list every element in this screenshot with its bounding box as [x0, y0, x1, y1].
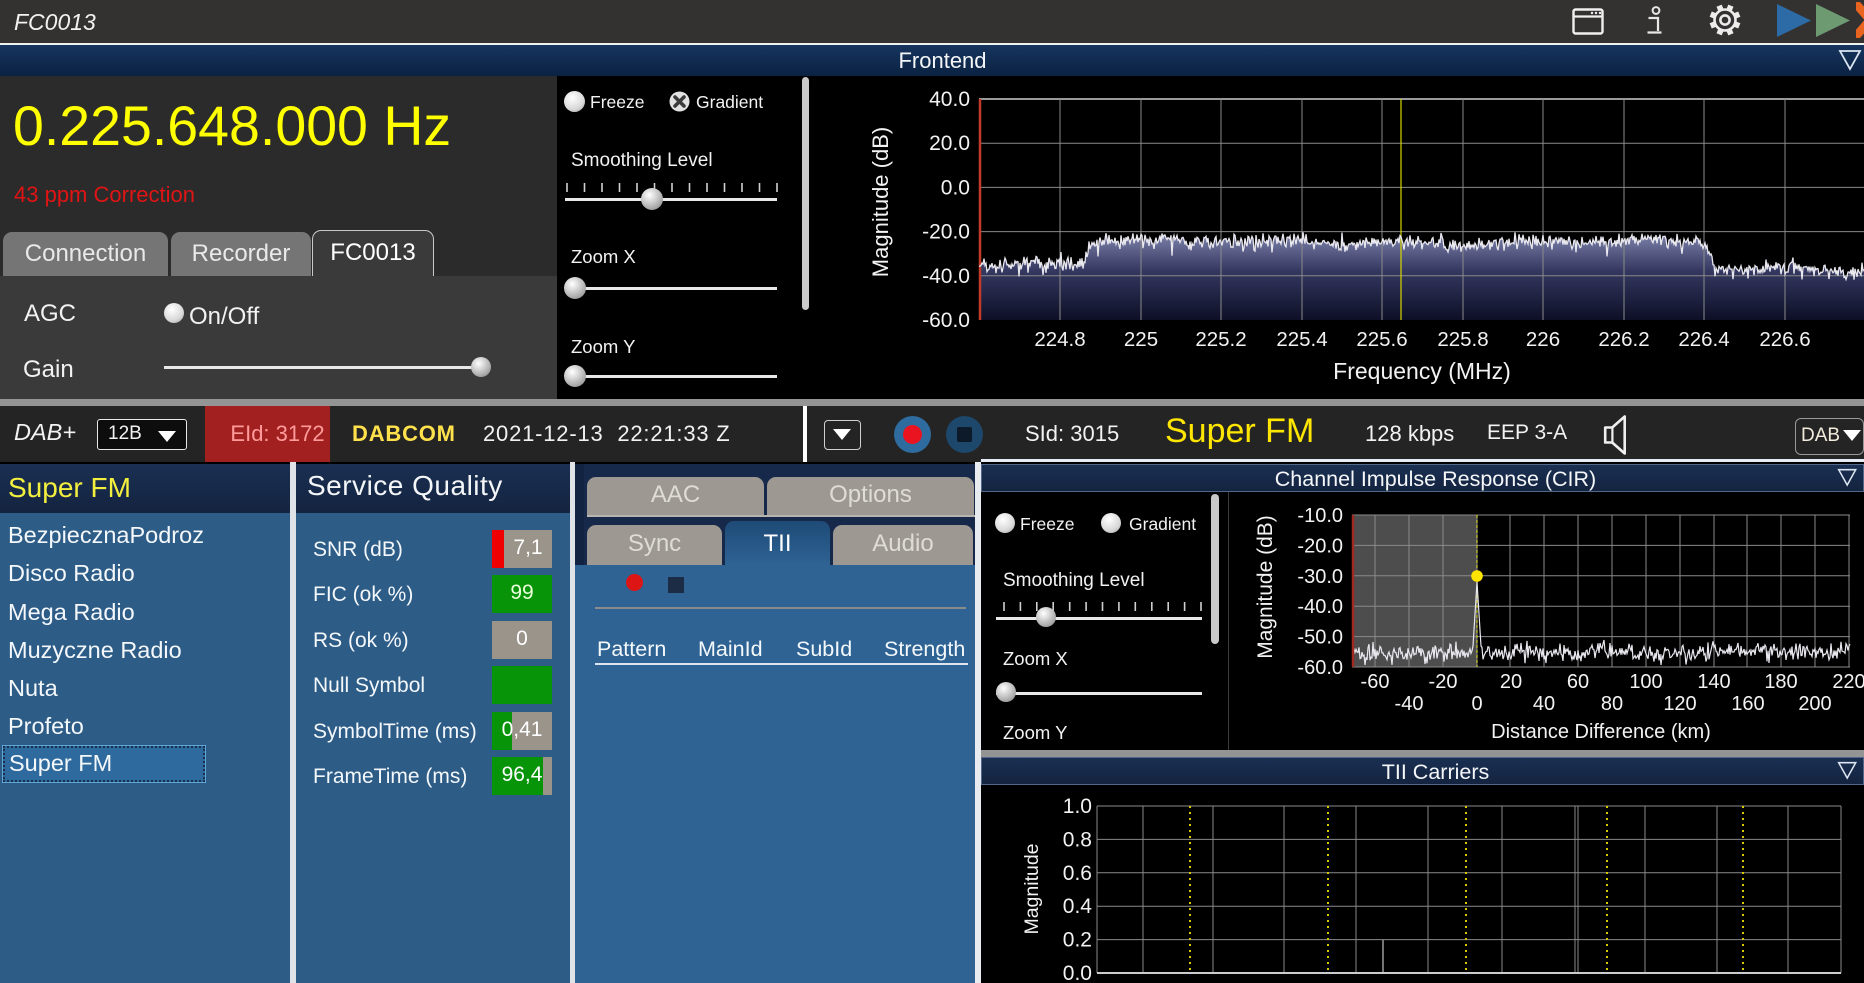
svg-text:-20: -20 — [1429, 671, 1458, 693]
svg-text:Magnitude: Magnitude — [1021, 843, 1043, 934]
svg-text:225.6: 225.6 — [1356, 328, 1407, 351]
svg-text:200: 200 — [1798, 693, 1831, 715]
svg-text:80: 80 — [1601, 693, 1623, 715]
svg-text:-60: -60 — [1361, 671, 1390, 693]
svg-text:0.2: 0.2 — [1063, 929, 1092, 952]
svg-text:40.0: 40.0 — [929, 88, 970, 111]
svg-text:225.4: 225.4 — [1276, 328, 1327, 351]
svg-text:-20.0: -20.0 — [1297, 535, 1343, 557]
svg-text:0: 0 — [1471, 693, 1482, 715]
svg-text:1.0: 1.0 — [1063, 795, 1092, 818]
svg-text:225.2: 225.2 — [1195, 328, 1246, 351]
svg-text:225.8: 225.8 — [1437, 328, 1488, 351]
svg-text:Magnitude (dB): Magnitude (dB) — [868, 127, 893, 277]
svg-text:225: 225 — [1124, 328, 1158, 351]
svg-text:0.6: 0.6 — [1063, 862, 1092, 885]
svg-text:140: 140 — [1697, 671, 1730, 693]
svg-text:60: 60 — [1567, 671, 1589, 693]
svg-text:-50.0: -50.0 — [1297, 627, 1343, 649]
svg-text:120: 120 — [1663, 693, 1696, 715]
svg-text:20.0: 20.0 — [929, 132, 970, 155]
svg-text:0.0: 0.0 — [941, 176, 970, 199]
svg-text:0.0: 0.0 — [1063, 962, 1092, 983]
svg-text:0.4: 0.4 — [1063, 895, 1093, 918]
svg-text:160: 160 — [1731, 693, 1764, 715]
svg-text:226.2: 226.2 — [1598, 328, 1649, 351]
svg-text:-40.0: -40.0 — [922, 265, 970, 288]
svg-text:-40: -40 — [1395, 693, 1424, 715]
svg-text:Magnitude (dB): Magnitude (dB) — [1254, 515, 1277, 659]
svg-text:226.4: 226.4 — [1678, 328, 1729, 351]
svg-text:-20.0: -20.0 — [922, 221, 970, 244]
svg-text:-30.0: -30.0 — [1297, 566, 1343, 588]
svg-text:226.6: 226.6 — [1759, 328, 1810, 351]
svg-text:0.8: 0.8 — [1063, 828, 1092, 851]
svg-text:-40.0: -40.0 — [1297, 596, 1343, 618]
svg-text:-10.0: -10.0 — [1297, 505, 1343, 527]
svg-text:20: 20 — [1500, 671, 1522, 693]
svg-text:Distance Difference (km): Distance Difference (km) — [1491, 721, 1711, 743]
svg-text:226: 226 — [1526, 328, 1560, 351]
svg-text:Frequency (MHz): Frequency (MHz) — [1333, 358, 1511, 384]
svg-text:-60.0: -60.0 — [1297, 657, 1343, 679]
svg-text:-60.0: -60.0 — [922, 309, 970, 332]
svg-text:40: 40 — [1533, 693, 1555, 715]
svg-text:224.8: 224.8 — [1034, 328, 1085, 351]
svg-text:180: 180 — [1764, 671, 1797, 693]
svg-text:100: 100 — [1629, 671, 1662, 693]
svg-text:220: 220 — [1832, 671, 1864, 693]
